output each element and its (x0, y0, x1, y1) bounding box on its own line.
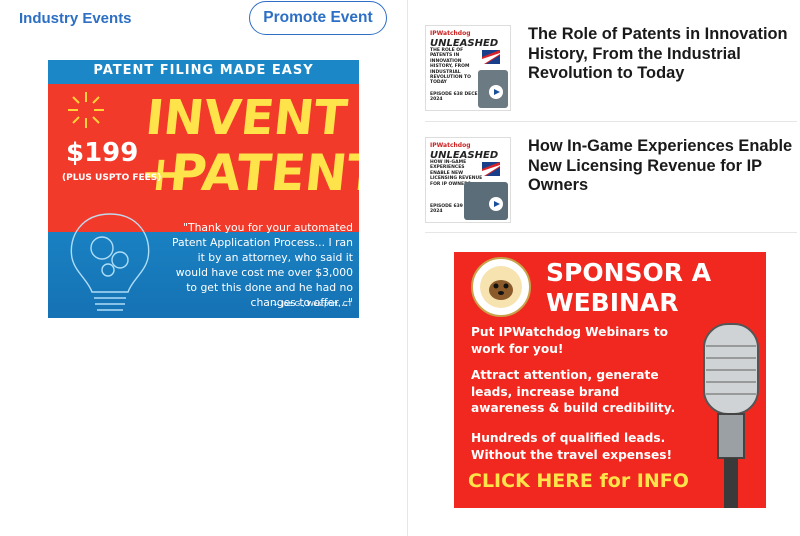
podcast-logo: IPWatchdog UNLEASHED (430, 30, 499, 49)
webinar-text-line: Hundreds of qualified leads. (471, 431, 666, 445)
play-icon[interactable] (489, 197, 503, 211)
webinar-paragraph: Attract attention, generate leads, incre… (471, 367, 675, 417)
ad-headline-patent: PATENT (166, 144, 359, 202)
play-icon[interactable] (489, 85, 503, 99)
webinar-text-line: Attract attention, generate (471, 368, 659, 382)
webinar-paragraph: Put IPWatchdog Webinars to work for you! (471, 324, 668, 357)
ad-fees: (PLUS USPTO FEES) (62, 173, 162, 183)
ad-testimonial: "Thank you for your automated Patent App… (172, 221, 353, 309)
flag-icon (482, 50, 500, 64)
webinar-heading-line: WEBINAR (546, 288, 679, 317)
divider (425, 232, 797, 233)
promote-event-button[interactable]: Promote Event (249, 1, 387, 35)
webinar-text-line: leads, increase brand (471, 384, 620, 399)
webinar-heading-line: SPONSOR A (546, 258, 712, 287)
ad-price: $199 (66, 138, 139, 168)
sparkle-icon (68, 92, 104, 128)
left-column: Industry Events Promote Event PATENT FIL… (0, 0, 407, 536)
sponsor-webinar-ad[interactable]: SPONSOR A WEBINAR Put IPWatchdog Webinar… (454, 252, 766, 508)
podcast-logo: IPWatchdog UNLEASHED (430, 142, 499, 161)
microphone-icon (703, 323, 759, 508)
click-here-cta[interactable]: CLICK HERE for INFO (468, 470, 689, 492)
webinar-heading: SPONSOR A WEBINAR (546, 258, 711, 318)
invent-patent-ad[interactable]: PATENT FILING MADE EASY INVENT + PATENT … (48, 60, 359, 318)
article-thumbnail[interactable]: IPWatchdog UNLEASHED HOW IN-GAME EXPERIEN… (425, 137, 511, 223)
watchdog-badge-icon (471, 257, 531, 317)
webinar-text-line: work for you! (471, 341, 564, 356)
ad-topbar-text: PATENT FILING MADE EASY (93, 63, 314, 78)
article-title[interactable]: How In-Game Experiences Enable New Licen… (528, 137, 798, 196)
webinar-text-line: Put IPWatchdog Webinars to (471, 325, 668, 339)
industry-events-link[interactable]: Industry Events (19, 10, 132, 27)
lightbulb-icon (70, 213, 150, 311)
article-item[interactable]: IPWatchdog UNLEASHED HOW IN-GAME EXPERIEN… (425, 137, 797, 247)
column-divider (407, 0, 408, 536)
ad-attribution: — Joe G., Westport, CT (272, 300, 352, 308)
article-item[interactable]: IPWatchdog UNLEASHED THE ROLE OF PATENTS … (425, 25, 797, 135)
webinar-paragraph: Hundreds of qualified leads. Without the… (471, 430, 672, 463)
flag-icon (482, 162, 500, 176)
article-thumbnail[interactable]: IPWatchdog UNLEASHED THE ROLE OF PATENTS … (425, 25, 511, 111)
thumb-title: THE ROLE OF PATENTS IN INNOVATION HISTOR… (430, 48, 471, 86)
webinar-text-line: awareness & build credibility. (471, 401, 676, 415)
divider (425, 121, 797, 122)
webinar-text-line: Without the travel expenses! (471, 447, 673, 462)
article-title[interactable]: The Role of Patents in Innovation Histor… (528, 25, 798, 84)
